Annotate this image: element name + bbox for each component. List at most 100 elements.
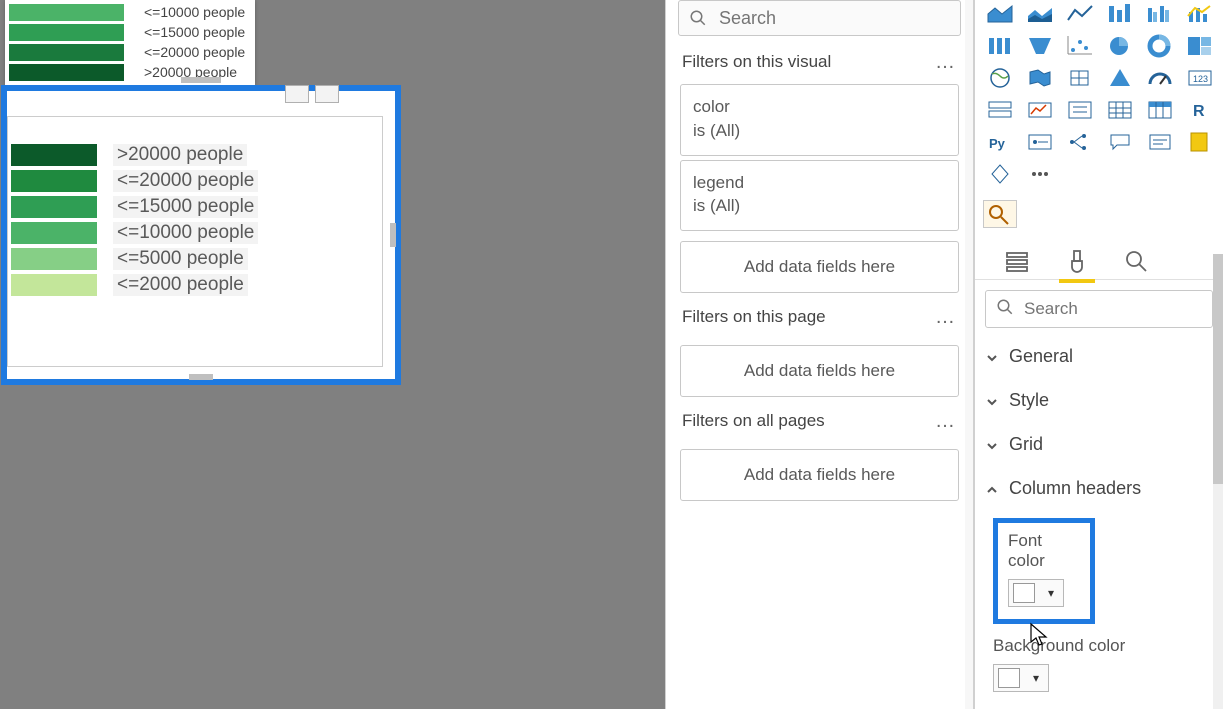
format-scrollbar[interactable] — [1213, 254, 1223, 709]
filter-card-legend[interactable]: legend is (All) — [680, 160, 959, 232]
ellipsis-icon[interactable] — [1023, 160, 1057, 188]
accordion-general[interactable]: General — [975, 334, 1223, 378]
filter-card-color[interactable]: color is (All) — [680, 84, 959, 156]
svg-text:123: 123 — [1193, 74, 1208, 84]
decomposition-tree-icon[interactable] — [1063, 128, 1097, 156]
legend-row[interactable]: >20000 people — [11, 142, 382, 168]
chevron-up-icon — [985, 481, 999, 495]
multirow-card-icon[interactable] — [983, 96, 1017, 124]
azure-map-icon[interactable] — [1103, 64, 1137, 92]
selected-visual[interactable]: >20000 people <=20000 people <=15000 peo… — [1, 85, 401, 385]
map-icon[interactable] — [983, 64, 1017, 92]
python-visual-icon[interactable]: Py — [983, 128, 1017, 156]
color-swatch — [998, 668, 1020, 688]
filters-visual-header: Filters on this visual … — [666, 44, 973, 80]
chevron-down-icon — [985, 437, 999, 451]
background-color-label: Background color — [993, 636, 1223, 656]
table-icon[interactable] — [1103, 96, 1137, 124]
resize-handle-right[interactable] — [390, 223, 396, 247]
background-color-group: Background color ▾ — [975, 624, 1223, 692]
focus-mode-icon[interactable] — [285, 85, 309, 103]
shape-map-icon[interactable] — [1063, 64, 1097, 92]
selected-visual-type-icon[interactable] — [983, 200, 1017, 228]
add-data-fields-allpages[interactable]: Add data fields here — [680, 449, 959, 501]
dropdown-arrow-icon[interactable]: ▾ — [1039, 586, 1063, 600]
key-influencers-icon[interactable] — [1023, 128, 1057, 156]
clustered-bar-chart-icon[interactable] — [1143, 0, 1177, 28]
filters-pane: Filters on this visual … color is (All) … — [665, 0, 974, 709]
ellipsis-icon[interactable]: … — [935, 51, 957, 74]
legend-row[interactable]: <=20000 people — [11, 168, 382, 194]
line-chart-icon[interactable] — [1063, 0, 1097, 28]
format-tab-icon[interactable] — [1061, 245, 1093, 279]
treemap-icon[interactable] — [1183, 32, 1217, 60]
accordion-style[interactable]: Style — [975, 378, 1223, 422]
visualizations-pane: 123 R Py — [974, 0, 1223, 709]
matrix-icon[interactable] — [1143, 96, 1177, 124]
chevron-down-icon — [985, 393, 999, 407]
more-options-icon[interactable] — [315, 85, 339, 103]
combo-chart-icon[interactable] — [1183, 0, 1217, 28]
format-search-input[interactable] — [1022, 298, 1202, 320]
qa-visual-icon[interactable] — [1103, 128, 1137, 156]
filters-page-header: Filters on this page … — [666, 299, 973, 335]
search-icon — [996, 298, 1014, 321]
scatter-chart-icon[interactable] — [1063, 32, 1097, 60]
format-accordion: General Style Grid Column headers Font c… — [975, 334, 1223, 692]
filters-search[interactable] — [678, 0, 961, 36]
stacked-area-chart-icon[interactable] — [1023, 0, 1057, 28]
legend-row: <=15000 people — [9, 22, 251, 42]
ellipsis-icon[interactable]: … — [935, 410, 957, 433]
slicer-icon[interactable] — [1063, 96, 1097, 124]
stacked-bar-chart-icon[interactable] — [1103, 0, 1137, 28]
fields-tab-icon[interactable] — [1001, 245, 1033, 279]
search-icon — [689, 9, 707, 27]
paginated-report-icon[interactable] — [1183, 128, 1217, 156]
legend-row: <=20000 people — [9, 42, 251, 62]
legend-row[interactable]: <=2000 people — [11, 272, 382, 298]
filters-allpages-header: Filters on all pages … — [666, 403, 973, 439]
smart-narrative-icon[interactable] — [1143, 128, 1177, 156]
visual-type-grid: 123 R Py — [975, 0, 1223, 196]
kpi-icon[interactable] — [1023, 96, 1057, 124]
card-icon[interactable]: 123 — [1183, 64, 1217, 92]
legend-row[interactable]: <=10000 people — [11, 220, 382, 246]
chevron-down-icon — [985, 349, 999, 363]
dropdown-arrow-icon[interactable]: ▾ — [1024, 671, 1048, 685]
filters-scrollbar[interactable] — [965, 0, 973, 709]
filled-map-icon[interactable] — [1023, 64, 1057, 92]
gauge-icon[interactable] — [1143, 64, 1177, 92]
accordion-column-headers[interactable]: Column headers — [975, 466, 1223, 510]
r-visual-icon[interactable]: R — [1183, 96, 1217, 124]
scrollbar-thumb[interactable] — [1213, 254, 1223, 484]
powerapps-icon[interactable] — [983, 160, 1017, 188]
legend-main: >20000 people <=20000 people <=15000 peo… — [11, 142, 382, 298]
pie-chart-icon[interactable] — [1103, 32, 1137, 60]
ellipsis-icon[interactable]: … — [935, 306, 957, 329]
area-chart-icon[interactable] — [983, 0, 1017, 28]
column-headers-group: Font color ▾ — [975, 510, 1223, 624]
funnel-chart-icon[interactable] — [1023, 32, 1057, 60]
legend-row[interactable]: <=15000 people — [11, 194, 382, 220]
background-color-picker[interactable]: ▾ — [993, 664, 1049, 692]
report-canvas[interactable]: <=10000 people <=15000 people <=20000 pe… — [0, 0, 665, 709]
resize-handle-bottom[interactable] — [189, 374, 213, 380]
accordion-grid[interactable]: Grid — [975, 422, 1223, 466]
filters-search-input[interactable] — [717, 7, 950, 30]
legend-row[interactable]: <=5000 people — [11, 246, 382, 272]
color-swatch — [1013, 583, 1035, 603]
donut-chart-icon[interactable] — [1143, 32, 1177, 60]
legend-row: <=10000 people — [9, 2, 251, 22]
svg-text:Py: Py — [989, 136, 1006, 151]
format-search[interactable] — [985, 290, 1213, 328]
legend-card-top: <=10000 people <=15000 people <=20000 pe… — [5, 0, 255, 86]
font-color-label: Font color — [1008, 531, 1080, 571]
visual-body: >20000 people <=20000 people <=15000 peo… — [7, 116, 383, 367]
visual-header-icons — [285, 85, 393, 103]
ribbon-chart-icon[interactable] — [983, 32, 1017, 60]
font-color-group-highlight: Font color ▾ — [993, 518, 1095, 624]
analytics-tab-icon[interactable] — [1121, 245, 1153, 279]
add-data-fields-visual[interactable]: Add data fields here — [680, 241, 959, 293]
add-data-fields-page[interactable]: Add data fields here — [680, 345, 959, 397]
font-color-picker[interactable]: ▾ — [1008, 579, 1064, 607]
